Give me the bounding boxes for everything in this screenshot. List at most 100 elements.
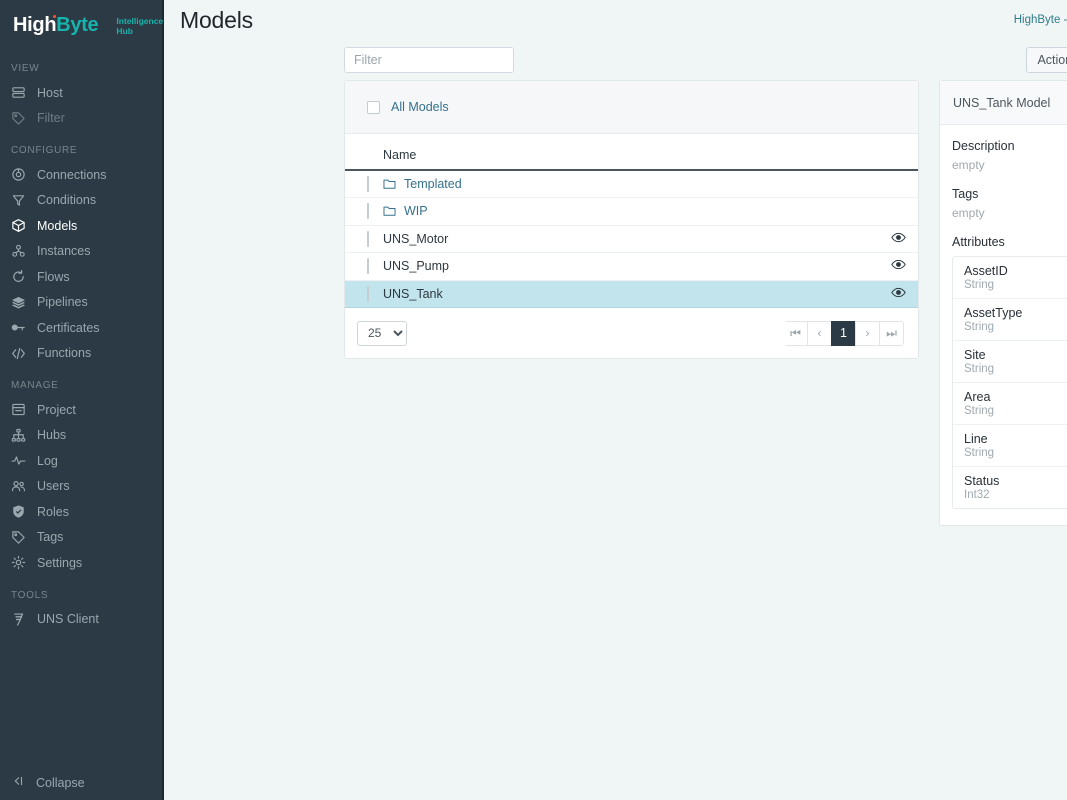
table-row[interactable]: Templated bbox=[345, 170, 918, 198]
sidebar-item-label: Certificates bbox=[37, 320, 100, 335]
sidebar-section-configure: CONFIGURE bbox=[11, 145, 78, 156]
attribute-name: Status bbox=[964, 474, 1000, 488]
sidebar-item-tags[interactable]: Tags bbox=[0, 525, 162, 551]
sidebar-item-label: UNS Client bbox=[37, 612, 99, 627]
previous-page-button[interactable]: ‹ bbox=[807, 320, 832, 346]
pulse-icon bbox=[11, 453, 26, 468]
attribute-row[interactable]: Site String bbox=[953, 341, 1067, 383]
sidebar-section-tools: TOOLS bbox=[11, 589, 49, 601]
row-name-label[interactable]: UNS_Tank bbox=[383, 287, 443, 301]
select-all-label: All Models bbox=[391, 100, 449, 114]
sidebar: HighByte Intelligence Hub VIEW Host Filter… bbox=[0, 0, 164, 800]
attribute-row[interactable]: AssetType String bbox=[953, 299, 1067, 341]
attribute-row[interactable]: Line String bbox=[953, 425, 1067, 467]
sidebar-item-label: Project bbox=[37, 402, 76, 417]
table-row[interactable]: UNS_Motor bbox=[345, 225, 918, 253]
sidebar-item-pipelines[interactable]: Pipelines bbox=[0, 290, 162, 316]
page-number-button[interactable]: 1 bbox=[831, 320, 856, 346]
logo-subtitle: Intelligence Hub bbox=[116, 16, 163, 36]
sidebar-item-log[interactable]: Log bbox=[0, 448, 162, 474]
sidebar-collapse-button[interactable]: Collapse bbox=[0, 774, 85, 791]
sidebar-item-label: Conditions bbox=[37, 193, 97, 208]
actions-button[interactable]: Actions bbox=[1026, 47, 1067, 73]
host-icon bbox=[11, 85, 26, 100]
sidebar-item-functions[interactable]: Functions bbox=[0, 341, 162, 367]
sidebar-item-project[interactable]: Project bbox=[0, 397, 162, 423]
sidebar-item-label: Settings bbox=[37, 555, 83, 570]
sidebar-item-roles[interactable]: Roles bbox=[0, 499, 162, 525]
models-table-card: All Models Name Templated WIP UNS_Motor UNS… bbox=[344, 80, 919, 359]
table-row[interactable]: UNS_Pump bbox=[345, 252, 918, 281]
eye-icon[interactable] bbox=[890, 259, 906, 270]
column-header-name[interactable]: Name bbox=[383, 134, 878, 171]
attribute-type: String bbox=[964, 321, 995, 333]
attribute-name: AssetID bbox=[964, 264, 1008, 278]
table-row[interactable]: WIP bbox=[345, 197, 918, 226]
sidebar-item-settings[interactable]: Settings bbox=[0, 550, 162, 576]
sidebar-item-label: Flows bbox=[37, 269, 70, 284]
row-name-label[interactable]: UNS_Pump bbox=[383, 259, 449, 273]
attribute-row[interactable]: Area String bbox=[953, 383, 1067, 425]
next-page-button[interactable]: › bbox=[855, 320, 880, 346]
sidebar-section-manage: MANAGE bbox=[11, 380, 59, 391]
app-logo[interactable]: HighByte Intelligence Hub bbox=[0, 0, 163, 49]
description-label: Description bbox=[952, 139, 1015, 153]
row-checkbox[interactable] bbox=[367, 285, 369, 302]
row-checkbox[interactable] bbox=[367, 230, 369, 247]
sidebar-item-models[interactable]: Models bbox=[0, 213, 162, 239]
last-page-button[interactable]: ⏭ bbox=[879, 320, 904, 346]
sidebar-item-label: Connections bbox=[37, 167, 107, 182]
main-area: Models HighByte - Trial Help bbox=[164, 0, 1067, 800]
attribute-type: String bbox=[964, 447, 995, 459]
attribute-name: Line bbox=[964, 432, 988, 446]
sidebar-item-conditions[interactable]: Conditions bbox=[0, 188, 162, 214]
project-icon bbox=[11, 402, 26, 417]
sidebar-item-uns-client[interactable]: UNS Client bbox=[0, 607, 162, 633]
sidebar-item-flows[interactable]: Flows bbox=[0, 264, 162, 290]
row-checkbox-cell bbox=[345, 252, 383, 281]
description-value: empty bbox=[952, 158, 985, 172]
sidebar-item-label: Filter bbox=[37, 111, 65, 126]
row-name-cell: UNS_Tank bbox=[383, 280, 878, 308]
license-label: HighByte - Trial bbox=[1013, 14, 1067, 26]
attribute-row[interactable]: Status Int32 bbox=[953, 467, 1067, 508]
pagination-buttons: ⏮ ‹ 1 › ⏭ bbox=[784, 320, 904, 346]
row-name-label[interactable]: Templated bbox=[404, 177, 462, 191]
top-bar: Models HighByte - Trial Help bbox=[164, 0, 1067, 40]
row-view-cell bbox=[878, 197, 918, 226]
table-row[interactable]: UNS_Tank bbox=[345, 280, 918, 308]
models-table: Name Templated WIP UNS_Motor UNS_Pump UNS_Ta… bbox=[345, 134, 918, 308]
sidebar-item-certificates[interactable]: Certificates bbox=[0, 315, 162, 341]
sidebar-item-hubs[interactable]: Hubs bbox=[0, 423, 162, 449]
sidebar-item-users[interactable]: Users bbox=[0, 474, 162, 500]
sidebar-item-filter[interactable]: Filter bbox=[0, 106, 162, 132]
row-name-label[interactable]: WIP bbox=[404, 204, 428, 218]
first-page-button[interactable]: ⏮ bbox=[784, 320, 808, 346]
eye-icon[interactable] bbox=[890, 232, 906, 243]
row-name-label[interactable]: UNS_Motor bbox=[383, 232, 448, 246]
logo-subtitle-line2: Hub bbox=[116, 25, 133, 36]
attributes-label: Attributes bbox=[952, 235, 1005, 249]
page-size-select[interactable]: 2550100 bbox=[357, 320, 407, 346]
page-title: Models bbox=[180, 6, 253, 33]
row-checkbox[interactable] bbox=[367, 176, 369, 192]
header-actions-cell bbox=[878, 134, 918, 171]
top-bar-actions: HighByte - Trial Help bbox=[1014, 8, 1067, 33]
filter-input[interactable] bbox=[344, 47, 514, 73]
attribute-type: String bbox=[964, 279, 995, 291]
attribute-type: String bbox=[964, 363, 995, 375]
toolbar-buttons: Actions New Model bbox=[1026, 47, 1067, 73]
sidebar-item-instances[interactable]: Instances bbox=[0, 239, 162, 265]
model-detail-panel: UNS_Tank Model Description empty Tags em… bbox=[939, 80, 1067, 526]
sidebar-item-host[interactable]: Host bbox=[0, 80, 162, 106]
users-icon bbox=[11, 479, 26, 494]
eye-icon[interactable] bbox=[890, 287, 906, 298]
sidebar-item-connections[interactable]: Connections bbox=[0, 162, 162, 188]
attribute-type: String bbox=[964, 405, 995, 417]
select-all-checkbox[interactable] bbox=[367, 100, 380, 114]
attribute-name: Area bbox=[964, 390, 991, 404]
table-header-row: Name bbox=[345, 134, 918, 171]
attribute-row[interactable]: AssetID String bbox=[953, 257, 1067, 299]
row-checkbox[interactable] bbox=[367, 203, 369, 220]
row-checkbox[interactable] bbox=[367, 258, 369, 275]
